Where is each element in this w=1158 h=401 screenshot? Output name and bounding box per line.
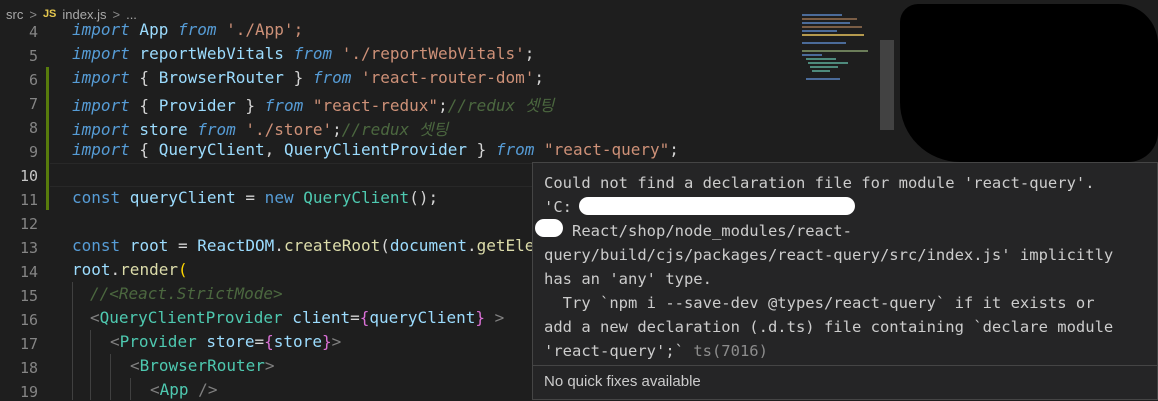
code-line[interactable]: import App from './App'; <box>72 20 303 39</box>
line-number: 7 <box>28 95 38 113</box>
code-line[interactable]: <App /> <box>150 380 217 399</box>
indent-guide <box>90 330 91 400</box>
line-number: 14 <box>19 263 38 281</box>
indent-guide <box>72 282 73 400</box>
code-line[interactable]: root.render( <box>72 260 188 279</box>
current-line-highlight <box>50 163 532 187</box>
quick-fix-label[interactable]: No quick fixes available <box>544 373 701 390</box>
line-number: 4 <box>28 23 38 41</box>
quick-fix-footer: No quick fixes available <box>533 365 1157 399</box>
code-line[interactable]: const root = ReactDOM.createRoot(documen… <box>72 236 534 255</box>
git-modified-bar <box>46 115 49 210</box>
code-line[interactable]: import { BrowserRouter } from 'react-rou… <box>72 68 544 87</box>
line-number: 5 <box>28 47 38 65</box>
code-line[interactable]: import store from './store';//redux 셋팅 <box>72 116 448 140</box>
path-redaction <box>535 219 563 237</box>
line-number: 6 <box>28 71 38 89</box>
line-number-active: 10 <box>19 167 38 185</box>
code-line[interactable]: <Provider store={store}> <box>110 332 341 351</box>
scrollbar-thumb[interactable] <box>880 40 894 130</box>
code-line[interactable]: <QueryClientProvider client={queryClient… <box>90 308 504 327</box>
code-line[interactable]: <BrowserRouter> <box>130 356 275 375</box>
javascript-file-icon: JS <box>42 8 57 20</box>
diagnostic-code: ts(7016) <box>683 342 768 360</box>
line-number: 9 <box>28 143 38 161</box>
code-line[interactable]: import { Provider } from "react-redux";/… <box>72 92 554 116</box>
line-number: 15 <box>19 287 38 305</box>
indent-guide <box>110 354 111 400</box>
line-number: 16 <box>19 311 38 329</box>
breadcrumb-folder[interactable]: src <box>0 7 23 22</box>
indent-guide <box>130 378 131 400</box>
redaction-overlay <box>900 4 1158 162</box>
line-number: 8 <box>28 119 38 137</box>
code-line[interactable]: const queryClient = new QueryClient(); <box>72 188 438 207</box>
line-number: 13 <box>19 239 38 257</box>
git-modified-bar <box>46 67 49 115</box>
path-redaction <box>579 197 855 215</box>
line-number: 19 <box>19 383 38 401</box>
code-line[interactable]: import reportWebVitals from './reportWeb… <box>72 44 534 63</box>
code-line[interactable]: import { QueryClient, QueryClientProvide… <box>72 140 679 159</box>
line-number: 17 <box>19 335 38 353</box>
minimap[interactable] <box>800 0 880 100</box>
line-number: 18 <box>19 359 38 377</box>
code-line[interactable]: //<React.StrictMode> <box>90 284 283 303</box>
hover-tooltip: Could not find a declaration file for mo… <box>532 162 1158 400</box>
chevron-right-icon: > <box>29 6 37 22</box>
line-number: 11 <box>19 191 38 209</box>
line-number: 12 <box>19 215 38 233</box>
